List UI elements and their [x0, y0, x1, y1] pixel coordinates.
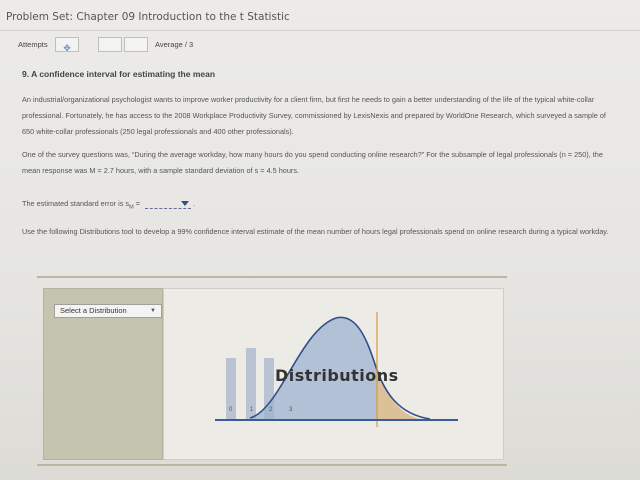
distributions-graphic: 0 1 2 3: [215, 312, 458, 427]
distributions-logo-text: Distributions: [275, 366, 399, 385]
page: Problem Set: Chapter 09 Introduction to …: [0, 0, 640, 480]
